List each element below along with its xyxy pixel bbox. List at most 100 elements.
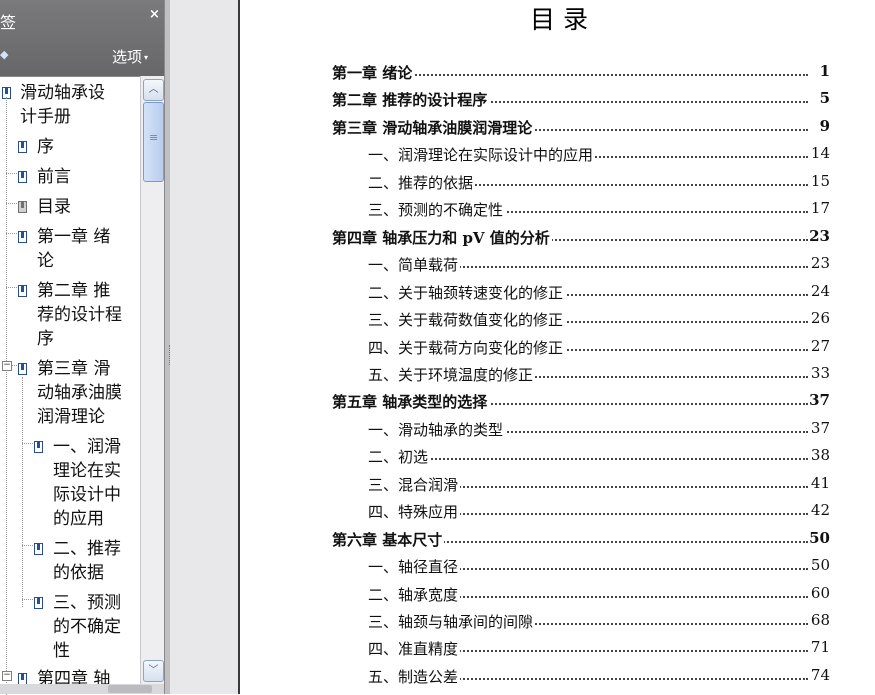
tree-connector: [6, 173, 17, 174]
toc-entry[interactable]: 三、关于载荷数值变化的修正 26: [240, 309, 860, 333]
toc-entry[interactable]: 第六章 基本尺寸 50: [240, 528, 860, 553]
toc-entry[interactable]: 二、初选 38: [240, 446, 860, 470]
toc-entry-label: 第二章 推荐的设计程序: [332, 89, 490, 111]
bookmarks-panel-header: 签 × ◆ 选项 ▾: [0, 0, 168, 76]
toc-entry[interactable]: 三、轴颈与轴承间的间隙 68: [240, 611, 860, 635]
toc-title: 目 录: [530, 5, 588, 34]
bookmark-tree-scrollbar[interactable]: ︿ ﹀: [140, 76, 165, 684]
tree-connector: [22, 377, 23, 607]
bookmark-label[interactable]: 第一章 绪: [37, 225, 110, 249]
toc-page-number: 23: [809, 254, 830, 273]
toc-entry-label: 三、关于载荷数值变化的修正: [368, 309, 566, 331]
toc-entry[interactable]: 五、关于环境温度的修正 33: [240, 363, 860, 388]
close-icon[interactable]: ×: [149, 7, 160, 22]
collapse-toggle-icon[interactable]: −: [2, 361, 12, 371]
bookmark-label[interactable]: 的应用: [53, 507, 104, 531]
bookmark-label[interactable]: 的依据: [53, 561, 104, 585]
toc-page-number: 60: [809, 583, 830, 602]
scroll-down-button[interactable]: ﹀: [143, 660, 164, 682]
bookmark-label[interactable]: 一、润滑: [53, 435, 121, 459]
bookmark-label[interactable]: 的不确定: [53, 615, 121, 639]
bookmark-label[interactable]: 荐的设计程: [37, 303, 122, 327]
bookmark-label[interactable]: 动轴承油膜: [37, 381, 122, 405]
toc-entry-label: 五、制造公差: [368, 665, 461, 687]
toc-page-number: 74: [809, 665, 830, 684]
toc-entry[interactable]: 二、推荐的依据 15: [240, 171, 860, 196]
toc-page-number: 27: [809, 336, 830, 355]
toc-entry-label: 四、准直精度: [368, 638, 461, 660]
horizontal-scroll-thumb[interactable]: [108, 685, 152, 693]
toc-entry-label: 二、轴承宽度: [368, 583, 461, 605]
expand-icon[interactable]: ◆: [0, 48, 8, 61]
toc-entry-label: 第四章 轴承压力和 pV 值的分析: [332, 226, 552, 248]
bookmark-tree: 滑动轴承设 计手册序前言 目录 第一章 绪论第二章 推荐的设计程序第三章 滑动轴承油膜…: [0, 76, 140, 695]
toc-entry-label: 四、特殊应用: [368, 501, 461, 523]
bookmark-label[interactable]: 前言: [37, 165, 71, 189]
tree-connector: [6, 233, 17, 234]
toc-entry[interactable]: 三、混合润滑 41: [240, 473, 860, 498]
bookmark-icon: [18, 171, 27, 183]
bookmark-icon: [34, 441, 43, 453]
toc-entry[interactable]: 第三章 滑动轴承油膜润滑理论 9: [240, 116, 860, 141]
toc-entry[interactable]: 一、滑动轴承的类型 37: [240, 418, 860, 443]
toc-entry[interactable]: 四、准直精度 71: [240, 638, 860, 662]
toc-page-number: 9: [818, 116, 830, 135]
bookmark-label[interactable]: 滑动轴承设: [20, 81, 105, 105]
toc-entry[interactable]: 一、润滑理论在实际设计中的应用 14: [240, 144, 860, 168]
collapse-toggle-icon[interactable]: −: [2, 671, 12, 681]
toc-entry-label: 四、关于载荷方向变化的修正: [368, 336, 566, 358]
toc-page-number: 42: [809, 501, 830, 520]
bookmark-label[interactable]: 计手册: [20, 105, 71, 129]
bookmark-label[interactable]: 理论在实: [53, 459, 121, 483]
toc-entry[interactable]: 二、轴承宽度 60: [240, 583, 860, 608]
bookmark-label[interactable]: 二、推荐: [53, 537, 121, 561]
scroll-thumb[interactable]: [143, 102, 164, 182]
options-label: 选项: [112, 48, 143, 66]
bookmark-label[interactable]: 序: [37, 135, 54, 159]
toc-page-number: 15: [809, 171, 830, 190]
toc-entry-label: 一、轴径直径: [368, 556, 461, 578]
bookmark-label[interactable]: 际设计中: [53, 483, 121, 507]
toc-entry[interactable]: 第一章 绪论 1: [240, 62, 860, 86]
options-button[interactable]: 选项 ▾: [112, 46, 148, 67]
bookmark-label[interactable]: 性: [53, 639, 70, 663]
scroll-up-button[interactable]: ︿: [143, 79, 164, 101]
bookmark-label[interactable]: 第三章 滑: [37, 357, 110, 381]
toc-page-number: 37: [808, 391, 830, 410]
toc-entry-label: 一、润滑理论在实际设计中的应用: [368, 144, 596, 166]
toc-entry-label: 第一章 绪论: [332, 62, 415, 83]
bookmark-label[interactable]: 论: [37, 249, 54, 273]
horizontal-scrollbar[interactable]: [0, 684, 168, 694]
bookmark-label[interactable]: 三、预测: [53, 591, 121, 615]
toc-entry[interactable]: 第四章 轴承压力和 pV 值的分析 23: [240, 226, 860, 251]
toc-entry-label: 二、关于轴颈转速变化的修正: [368, 281, 566, 303]
toc-entry[interactable]: 一、简单载荷 23: [240, 254, 860, 278]
tree-connector: [6, 97, 7, 695]
toc-entry-label: 一、滑动轴承的类型: [368, 418, 506, 440]
toc-entry[interactable]: 第二章 推荐的设计程序 5: [240, 89, 860, 113]
toc-entry[interactable]: 一、轴径直径 50: [240, 556, 860, 580]
chevron-down-icon: ▾: [144, 53, 149, 62]
toc-page-number: 38: [809, 446, 830, 465]
bookmark-icon: [34, 543, 43, 555]
toc-page-number: 33: [809, 363, 830, 382]
toc-page-number: 71: [809, 638, 830, 657]
bookmark-label[interactable]: 润滑理论: [37, 405, 105, 429]
bookmark-label[interactable]: 第二章 推: [37, 279, 110, 303]
toc-entry[interactable]: 三、预测的不确定性 17: [240, 199, 860, 223]
toc-page-number: 14: [809, 144, 830, 163]
bookmark-label[interactable]: 序: [37, 327, 54, 351]
bookmark-label[interactable]: 目录: [37, 195, 71, 219]
toc-entry-label: 三、预测的不确定性: [368, 199, 506, 221]
toc-page-number: 26: [809, 309, 830, 328]
toc-page-number: 5: [818, 89, 830, 108]
toc-page-number: 50: [809, 556, 830, 575]
toc-page-number: 50: [808, 528, 830, 547]
toc-entry[interactable]: 第五章 轴承类型的选择 37: [240, 391, 860, 415]
toc-entry[interactable]: 二、关于轴颈转速变化的修正 24: [240, 281, 860, 306]
toc-entry[interactable]: 四、特殊应用 42: [240, 501, 860, 525]
toc-entry[interactable]: 五、制造公差 74: [240, 665, 860, 690]
bookmark-icon: [18, 285, 27, 297]
toc-entry-label: 三、混合润滑: [368, 473, 461, 495]
toc-entry[interactable]: 四、关于载荷方向变化的修正 27: [240, 336, 860, 361]
